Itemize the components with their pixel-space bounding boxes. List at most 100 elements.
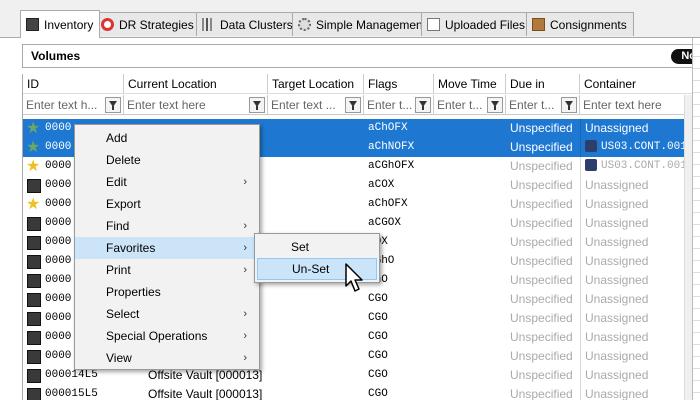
cell-container: Unassigned (580, 195, 700, 214)
cell-container-text: Unassigned (585, 216, 649, 230)
files-icon (427, 18, 440, 31)
volume-icon (27, 255, 41, 269)
column-header-target-location[interactable]: Target Location (268, 74, 364, 94)
menu-item-label: Favorites (106, 241, 156, 255)
volume-icon (27, 312, 41, 326)
menu-item-favorites[interactable]: Favorites › (75, 237, 259, 259)
cell-container-text: Unassigned (585, 368, 649, 382)
cell-flags: CGO (368, 350, 388, 362)
cell-container-text: Unassigned (585, 349, 649, 363)
menu-item-edit[interactable]: Edit › (75, 171, 259, 193)
filter-due-in (506, 95, 580, 115)
filter-funnel-icon[interactable] (487, 97, 503, 113)
cell-container: US03.CONT.0014 (580, 138, 700, 157)
column-header-flags[interactable]: Flags (364, 74, 434, 94)
tab-label: Consignments (550, 17, 627, 32)
cell-container-text: Unassigned (585, 121, 649, 135)
filter-funnel-icon[interactable] (249, 97, 265, 113)
tab-consignments[interactable]: Consignments (526, 12, 634, 36)
cell-container: Unassigned (580, 252, 700, 271)
bars-icon (202, 18, 215, 31)
menu-item-label: Properties (106, 285, 161, 299)
volume-icon (27, 331, 41, 345)
cell-due-in: Unspecified (510, 216, 573, 230)
menu-item-select[interactable]: Select › (75, 303, 259, 325)
tab-label: Simple Management (316, 17, 427, 32)
cell-container: Unassigned (580, 119, 700, 138)
cell-flags: aCOX (368, 179, 395, 191)
tab-strip: Inventory DR Strategies Data Clusters Si… (0, 0, 700, 38)
column-header-move-time[interactable]: Move Time (434, 74, 506, 94)
tab-dr-strategies[interactable]: DR Strategies (95, 12, 201, 36)
tab-inventory[interactable]: Inventory (20, 10, 101, 38)
table-row[interactable]: 000015L5 Offsite Vault [000013] CGO Unspeci… (23, 385, 700, 400)
filter-input-move-time[interactable] (437, 97, 485, 112)
volume-icon (27, 388, 41, 400)
column-header-container[interactable]: Container (580, 74, 700, 94)
filter-funnel-icon[interactable] (561, 97, 577, 113)
cell-container-text: Unassigned (585, 292, 649, 306)
column-header-due-in[interactable]: Due in (506, 74, 580, 94)
tab-uploaded-files[interactable]: Uploaded Files (421, 12, 533, 36)
favorite-star-icon (26, 156, 41, 176)
vertical-scrollbar[interactable] (684, 95, 692, 400)
menu-item-label: Select (106, 307, 140, 321)
tab-simple-management[interactable]: Simple Management (292, 12, 434, 36)
volume-icon (27, 236, 41, 250)
cell-container: Unassigned (580, 309, 700, 328)
filter-input-target-location[interactable] (271, 97, 343, 112)
cell-container-text: Unassigned (585, 178, 649, 192)
mouse-cursor-icon (345, 263, 363, 292)
menu-item-properties[interactable]: Properties (75, 281, 259, 303)
filter-funnel-icon[interactable] (345, 97, 361, 113)
menu-item-label: Edit (106, 175, 127, 189)
cell-current-location: Offsite Vault [000013] (148, 387, 263, 400)
cell-flags: aCGhOFX (368, 160, 415, 172)
tab-data-clusters[interactable]: Data Clusters (196, 12, 300, 36)
filter-input-current-location[interactable] (127, 97, 247, 112)
menu-item-find[interactable]: Find › (75, 215, 259, 237)
menu-item-special-operations[interactable]: Special Operations › (75, 325, 259, 347)
menu-item-set[interactable]: Set (257, 236, 377, 258)
chevron-right-icon: › (243, 176, 247, 188)
cell-container: Unassigned (580, 176, 700, 195)
filter-funnel-icon[interactable] (105, 97, 121, 113)
menu-item-export[interactable]: Export (75, 193, 259, 215)
cell-due-in: Unspecified (510, 387, 573, 400)
menu-item-delete[interactable]: Delete (75, 149, 259, 171)
cell-due-in: Unspecified (510, 330, 573, 344)
column-header-id[interactable]: ID (23, 74, 124, 94)
filter-input-id[interactable] (26, 97, 103, 112)
cell-container: Unassigned (580, 290, 700, 309)
filter-input-due-in[interactable] (509, 97, 559, 112)
cell-due-in: Unspecified (510, 292, 573, 306)
column-header-current-location[interactable]: Current Location (124, 74, 268, 94)
cell-flags: CGO (368, 388, 388, 400)
favorite-star-icon (26, 194, 41, 214)
filter-flags (364, 95, 434, 115)
filter-input-container[interactable] (583, 97, 680, 112)
tab-label: Inventory (44, 17, 94, 32)
cell-flags: aCGOX (368, 217, 402, 229)
chevron-right-icon: › (243, 264, 247, 276)
tab-label: Data Clusters (220, 17, 293, 32)
volume-icon (27, 274, 41, 288)
cell-flags: CGO (368, 312, 388, 324)
cell-container-text: Unassigned (585, 235, 649, 249)
container-icon (585, 140, 597, 153)
filter-funnel-icon[interactable] (415, 97, 431, 113)
volume-icon (27, 350, 41, 364)
cell-container-text: Unassigned (585, 273, 649, 287)
menu-item-add[interactable]: Add (75, 127, 259, 149)
menu-item-view[interactable]: View › (75, 347, 259, 369)
filter-id (23, 95, 124, 115)
tab-label: Uploaded Files (445, 17, 526, 32)
menu-item-label: Special Operations (106, 329, 208, 343)
filter-input-flags[interactable] (367, 97, 413, 112)
volume-icon (27, 369, 41, 383)
menu-item-label: View (106, 351, 132, 365)
cell-due-in: Unspecified (510, 273, 573, 287)
cell-flags: aChOFX (368, 198, 408, 210)
menu-item-print[interactable]: Print › (75, 259, 259, 281)
context-menu: Add Delete Edit › Export Find › Favorites › Print… (74, 124, 260, 370)
